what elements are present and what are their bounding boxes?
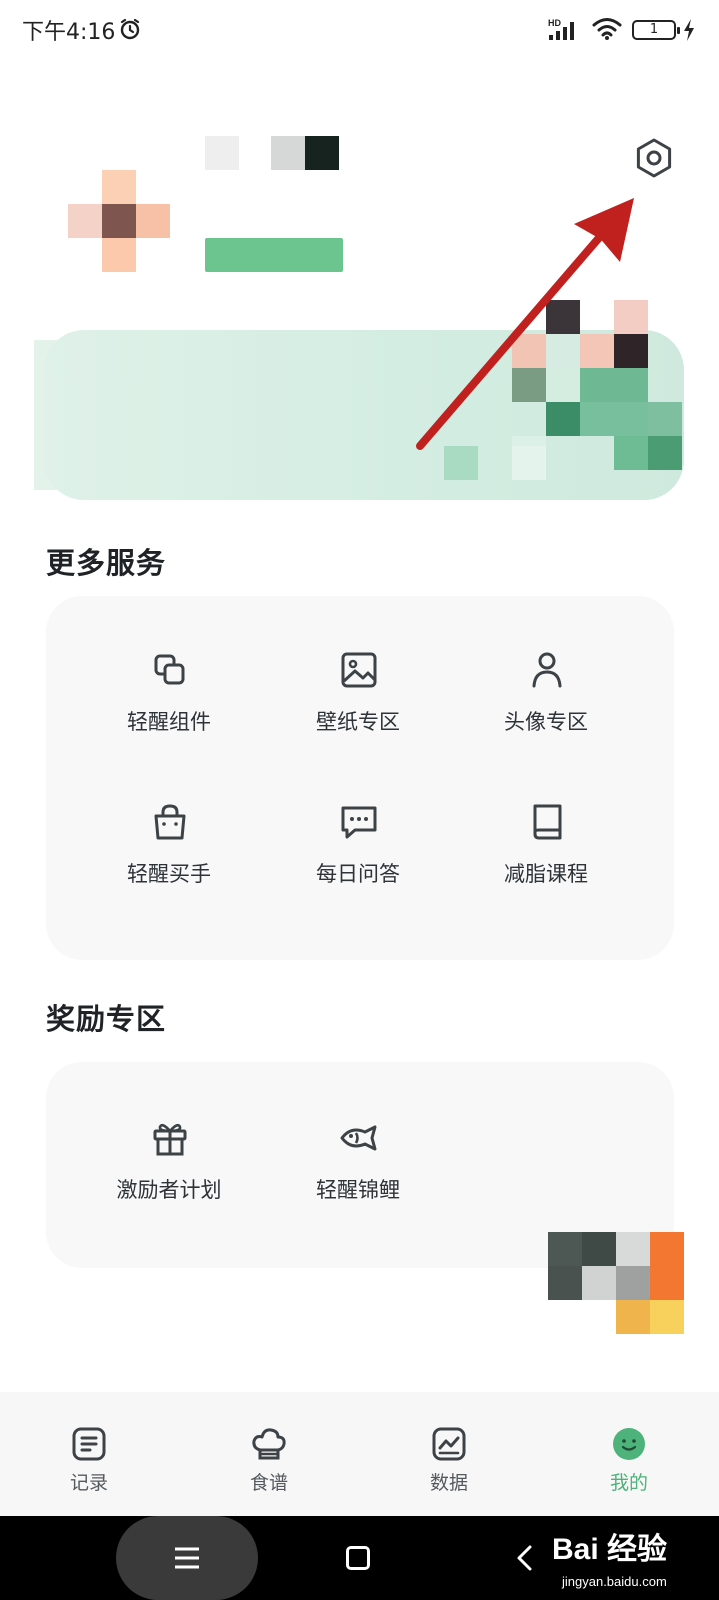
book-icon — [533, 804, 562, 840]
fish-icon — [340, 1125, 377, 1151]
nav-tab-recipes[interactable]: 食谱 — [209, 1392, 329, 1516]
system-back-icon[interactable] — [514, 1544, 534, 1572]
service-item-avatar[interactable]: 头像专区 — [451, 650, 641, 750]
chart-line-icon — [432, 1427, 466, 1461]
gift-icon — [153, 1123, 187, 1156]
nav-label: 食谱 — [249, 1472, 288, 1494]
service-item-wallpaper[interactable]: 壁纸专区 — [263, 650, 453, 750]
smiley-face-icon — [613, 1428, 645, 1460]
baidu-jingyan-watermark: Bai 经验 jingyan.baidu.com — [548, 1500, 718, 1600]
rewards-section-title: 奖励专区 — [46, 1002, 167, 1036]
reward-label: 激励者计划 — [116, 1178, 222, 1202]
watermark-brand: Bai 经验 — [552, 1533, 668, 1566]
chat-bubble-icon — [341, 806, 377, 839]
service-label: 减脂课程 — [504, 862, 588, 886]
service-label: 轻醒组件 — [127, 710, 211, 734]
reward-label: 轻醒锦鲤 — [316, 1178, 400, 1202]
person-icon — [532, 652, 562, 688]
service-item-buyer[interactable]: 轻醒买手 — [74, 802, 264, 902]
watermark-url: jingyan.baidu.com — [562, 1574, 667, 1589]
service-item-widgets[interactable]: 轻醒组件 — [74, 650, 264, 750]
record-list-icon — [72, 1427, 106, 1461]
services-section-title: 更多服务 — [46, 546, 167, 580]
shopping-bag-icon — [154, 804, 186, 840]
nav-label: 我的 — [609, 1472, 648, 1494]
bottom-navigation: 记录 食谱 数据 我的 — [0, 1392, 719, 1516]
service-item-daily-qa[interactable]: 每日问答 — [263, 802, 453, 902]
service-label: 每日问答 — [316, 862, 400, 886]
reward-item-incentive-plan[interactable]: 激励者计划 — [74, 1118, 264, 1218]
service-label: 头像专区 — [504, 710, 588, 734]
floating-promo-pixelated[interactable] — [548, 1232, 684, 1334]
nav-label: 记录 — [69, 1472, 108, 1494]
nav-tab-record[interactable]: 记录 — [29, 1392, 149, 1516]
chef-hat-icon — [252, 1428, 286, 1460]
system-home-button[interactable] — [346, 1546, 370, 1570]
nav-label: 数据 — [429, 1472, 468, 1494]
widget-squares-icon — [154, 654, 185, 685]
image-icon — [341, 652, 377, 688]
service-item-course[interactable]: 减脂课程 — [451, 802, 641, 902]
hamburger-icon — [175, 1547, 199, 1569]
service-label: 轻醒买手 — [127, 862, 211, 886]
annotation-arrow — [416, 198, 634, 450]
service-label: 壁纸专区 — [316, 710, 400, 734]
system-menu-button[interactable] — [116, 1516, 258, 1600]
services-card: 轻醒组件 壁纸专区 头像专区 轻醒买手 每日问答 减脂课程 — [46, 596, 674, 960]
nav-tab-data[interactable]: 数据 — [389, 1392, 509, 1516]
reward-item-lucky-koi[interactable]: 轻醒锦鲤 — [263, 1118, 453, 1218]
nav-tab-mine[interactable]: 我的 — [569, 1392, 689, 1516]
